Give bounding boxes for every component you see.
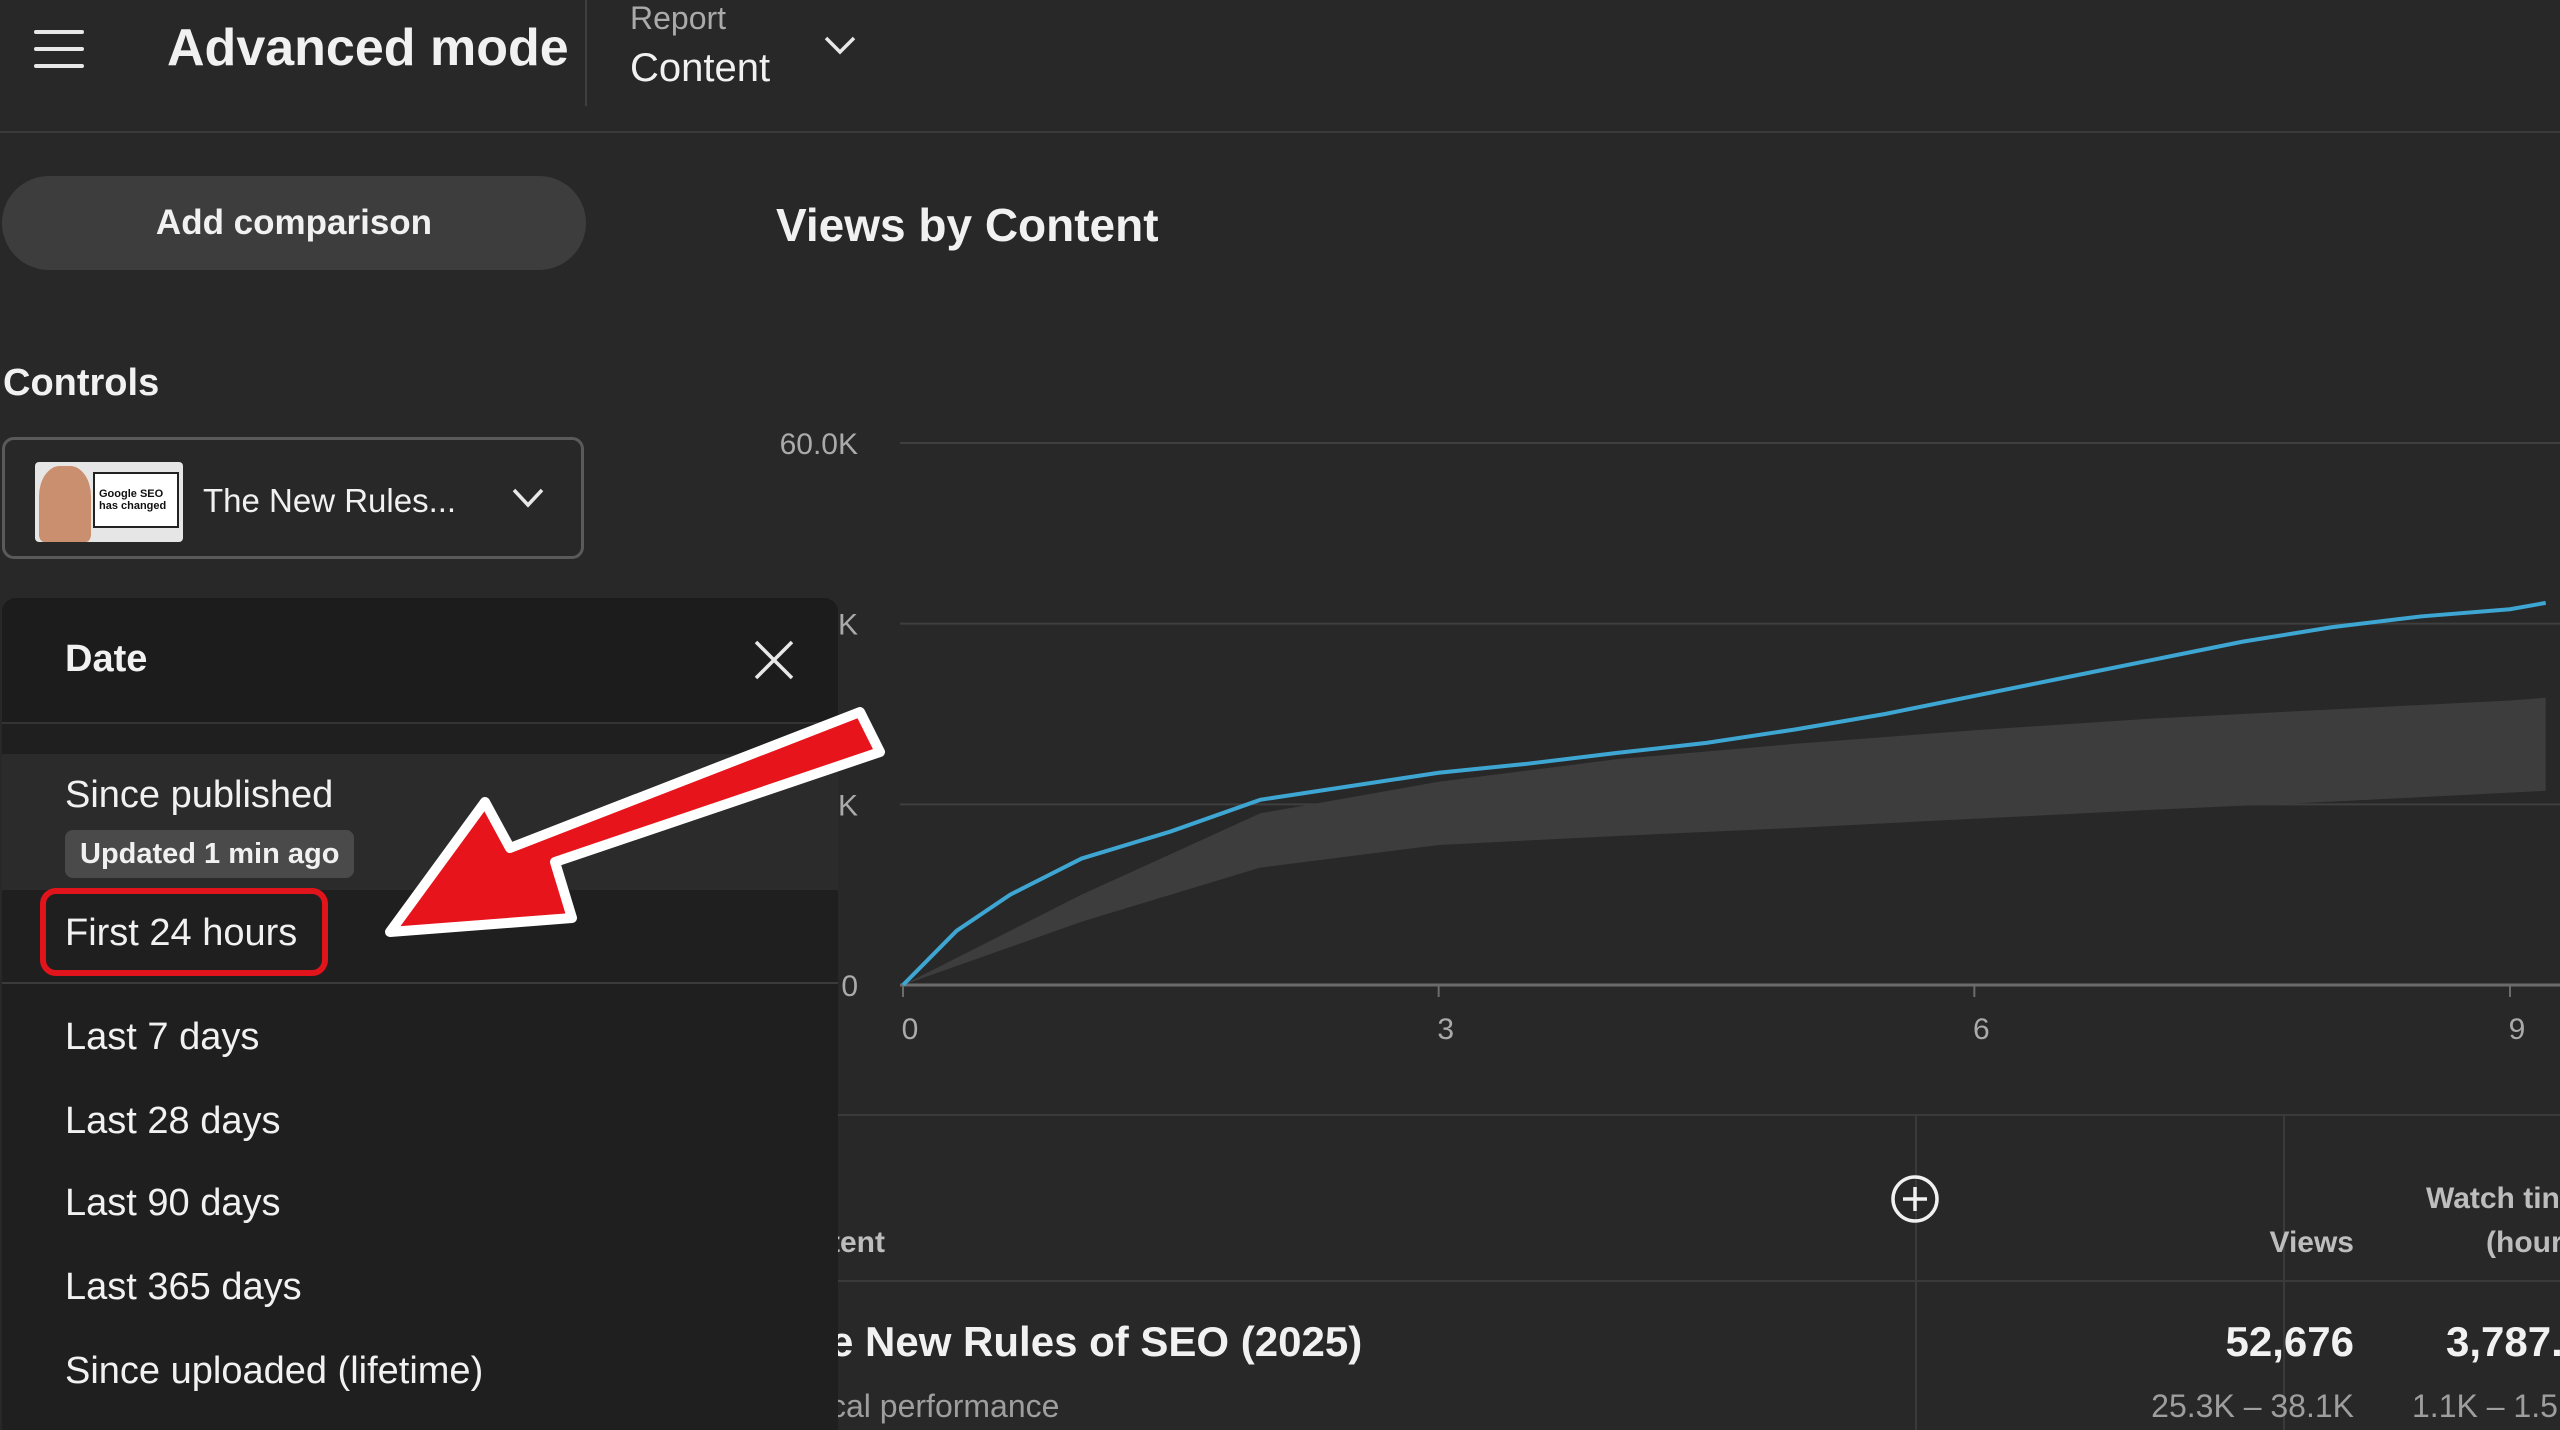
thumbnail-person xyxy=(39,466,91,542)
video-thumbnail: Google SEO has changed xyxy=(35,462,183,542)
views-series-line xyxy=(901,600,2547,987)
y-tick-label: K xyxy=(838,789,858,822)
chart-title: Views by Content xyxy=(776,199,1159,251)
close-icon[interactable] xyxy=(752,638,796,682)
date-option-since-published[interactable]: Since published Updated 1 min ago xyxy=(2,754,838,890)
x-tick-label: 9 xyxy=(2509,1013,2526,1046)
row-views-range: 25.3K – 38.1K xyxy=(2151,1388,2354,1424)
column-header-watch-time-unit: (hour xyxy=(2486,1226,2560,1259)
y-tick-label: K xyxy=(838,609,858,642)
thumbnail-card: Google SEO has changed xyxy=(93,472,179,528)
date-panel-title: Date xyxy=(65,638,148,680)
option-label: Last 90 days xyxy=(65,1182,281,1224)
date-option-lifetime[interactable]: Since uploaded (lifetime) xyxy=(2,1330,838,1410)
x-tick-label: 6 xyxy=(1973,1013,1990,1046)
date-option-last-28-days[interactable]: Last 28 days xyxy=(2,1080,838,1160)
typical-performance-band xyxy=(903,697,2546,985)
hamburger-menu-icon[interactable] xyxy=(34,30,84,70)
date-option-first-24-hours[interactable]: First 24 hours xyxy=(2,892,838,972)
date-option-last-7-days[interactable]: Last 7 days xyxy=(2,996,838,1076)
updated-badge: Updated 1 min ago xyxy=(65,830,355,878)
column-header-watch-time[interactable]: Watch tin xyxy=(2426,1182,2560,1216)
chevron-down-icon[interactable] xyxy=(820,30,860,60)
date-panel-header: Date xyxy=(2,598,838,724)
video-title: The New Rules... xyxy=(203,482,457,519)
row-video-title[interactable]: e New Rules of SEO (2025) xyxy=(838,1318,1362,1366)
row-views-value: 52,676 xyxy=(2225,1318,2354,1365)
chevron-down-icon[interactable] xyxy=(510,484,546,512)
date-option-last-90-days[interactable]: Last 90 days xyxy=(2,1162,838,1242)
report-label: Report xyxy=(630,0,727,36)
row-subtitle: cal performance xyxy=(838,1388,1060,1424)
thumbnail-text: Google SEO has changed xyxy=(99,488,167,512)
option-label: Since published xyxy=(65,774,334,816)
column-header-views[interactable]: Views xyxy=(2134,1226,2354,1260)
column-header-content[interactable]: tent xyxy=(838,1226,885,1260)
row-watch-time-value: 3,787. xyxy=(2446,1318,2560,1365)
header-divider xyxy=(585,0,587,106)
add-comparison-button[interactable]: Add comparison xyxy=(2,176,586,270)
option-label: Last 28 days xyxy=(65,1100,281,1142)
controls-heading: Controls xyxy=(3,362,160,404)
top-header: Advanced mode Report Content xyxy=(0,0,2560,133)
row-watch-time-range: 1.1K – 1.5 xyxy=(2412,1388,2558,1424)
option-label: Last 7 days xyxy=(65,1016,260,1058)
page-title: Advanced mode xyxy=(167,19,569,77)
video-selector[interactable]: Google SEO has changed The New Rules... xyxy=(2,437,584,559)
y-tick-label: 60.0K xyxy=(780,428,858,461)
option-label: Since uploaded (lifetime) xyxy=(65,1350,484,1392)
x-tick-label: 0 xyxy=(902,1013,919,1046)
x-tick-label: 3 xyxy=(1437,1013,1454,1046)
date-option-last-365-days[interactable]: Last 365 days xyxy=(2,1246,838,1326)
date-dropdown-panel: Date Since published Updated 1 min ago F… xyxy=(2,598,838,1430)
option-divider xyxy=(2,982,838,984)
y-tick-label: 0 xyxy=(841,970,858,1003)
table-body: tent Views Watch tin (hour e New Rules o… xyxy=(838,1116,2560,1430)
report-selector-value[interactable]: Content xyxy=(630,46,770,91)
option-label: Last 365 days xyxy=(65,1266,302,1308)
option-label: First 24 hours xyxy=(65,912,298,954)
